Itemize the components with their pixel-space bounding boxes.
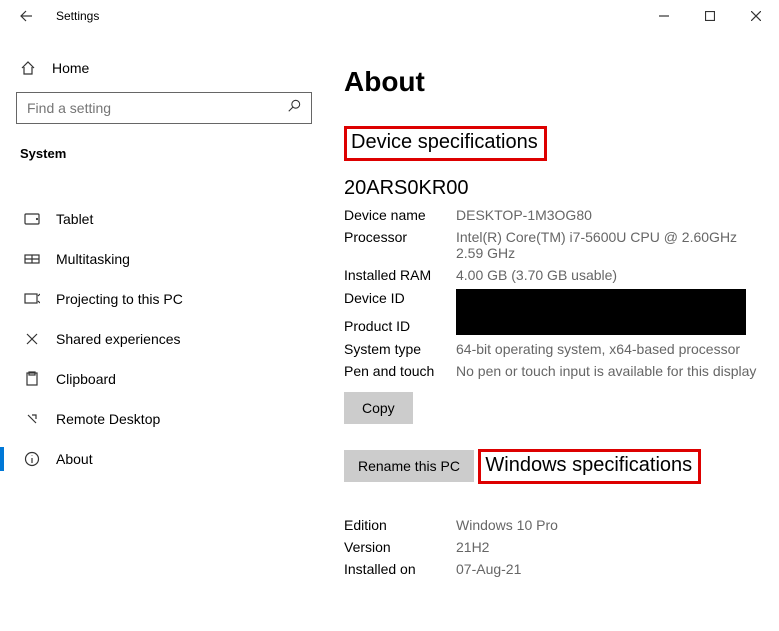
spec-label: System type [344,338,456,360]
spec-label: Processor [344,226,456,264]
clipboard-icon [24,371,40,387]
spec-label: Device name [344,204,456,226]
multitasking-icon [24,251,40,267]
search-box[interactable] [16,92,312,124]
sidebar-item-clipboard[interactable]: Clipboard [16,359,312,399]
sidebar-item-label: Clipboard [56,371,116,387]
sidebar-item-label: About [56,451,93,467]
sidebar-item-remote[interactable]: Remote Desktop [16,399,312,439]
copy-button[interactable]: Copy [344,392,413,424]
sidebar-item-tablet[interactable]: Tablet [16,199,312,239]
sidebar-home[interactable]: Home [16,52,312,92]
spec-label: Installed RAM [344,264,456,286]
sidebar-item-label: Multitasking [56,251,130,267]
sidebar-section-system: System [16,142,312,179]
sidebar-item-about[interactable]: About [16,439,312,479]
search-input[interactable] [27,100,287,116]
remote-icon [24,411,40,427]
device-model: 20ARS0KR00 [344,177,761,200]
spec-value: 64-bit operating system, x64-based proce… [456,338,761,360]
spec-label: Pen and touch [344,360,456,382]
window-controls [641,0,779,32]
sidebar-item-shared[interactable]: Shared experiences [16,319,312,359]
shared-icon [24,331,40,347]
search-icon [287,99,301,118]
device-spec-table: Device nameDESKTOP-1M3OG80 ProcessorInte… [344,204,761,382]
spec-label: Installed on [344,558,456,580]
spec-label: Product ID [344,312,456,338]
info-icon [24,451,40,467]
spec-label: Edition [344,514,456,536]
maximize-button[interactable] [687,0,733,32]
windows-spec-highlight: Windows specifications [478,449,701,484]
sidebar: Home System Tablet Multitasking Projecti… [0,32,320,631]
sidebar-item-label: Tablet [56,211,93,227]
spec-label: Device ID [344,286,456,312]
spec-value: 21H2 [456,536,761,558]
minimize-button[interactable] [641,0,687,32]
app-title: Settings [56,9,99,23]
page-title: About [344,66,761,98]
spec-value: Windows 10 Pro [456,514,761,536]
windows-spec-heading: Windows specifications [485,454,692,477]
sidebar-item-multitasking[interactable]: Multitasking [16,239,312,279]
sidebar-item-label: Projecting to this PC [56,291,183,307]
sidebar-item-label: Shared experiences [56,331,181,347]
windows-spec-table: EditionWindows 10 Pro Version21H2 Instal… [344,514,761,580]
close-button[interactable] [733,0,779,32]
content-area: About Device specifications 20ARS0KR00 D… [320,32,779,631]
sidebar-item-projecting[interactable]: Projecting to this PC [16,279,312,319]
back-button[interactable] [8,0,40,32]
sidebar-home-label: Home [52,60,89,76]
spec-value: No pen or touch input is available for t… [456,360,761,382]
projecting-icon [24,291,40,307]
spec-value: DESKTOP-1M3OG80 [456,204,761,226]
spec-value: Intel(R) Core(TM) i7-5600U CPU @ 2.60GHz… [456,226,761,264]
redacted-ids [456,289,746,335]
spec-value: 07-Aug-21 [456,558,761,580]
sidebar-item-label: Remote Desktop [56,411,160,427]
home-icon [20,60,36,76]
device-spec-heading: Device specifications [351,131,538,154]
tablet-icon [24,211,40,227]
device-spec-highlight: Device specifications [344,126,547,161]
rename-pc-button[interactable]: Rename this PC [344,450,474,482]
spec-label: Version [344,536,456,558]
spec-value: 4.00 GB (3.70 GB usable) [456,264,761,286]
titlebar: Settings [0,0,779,32]
